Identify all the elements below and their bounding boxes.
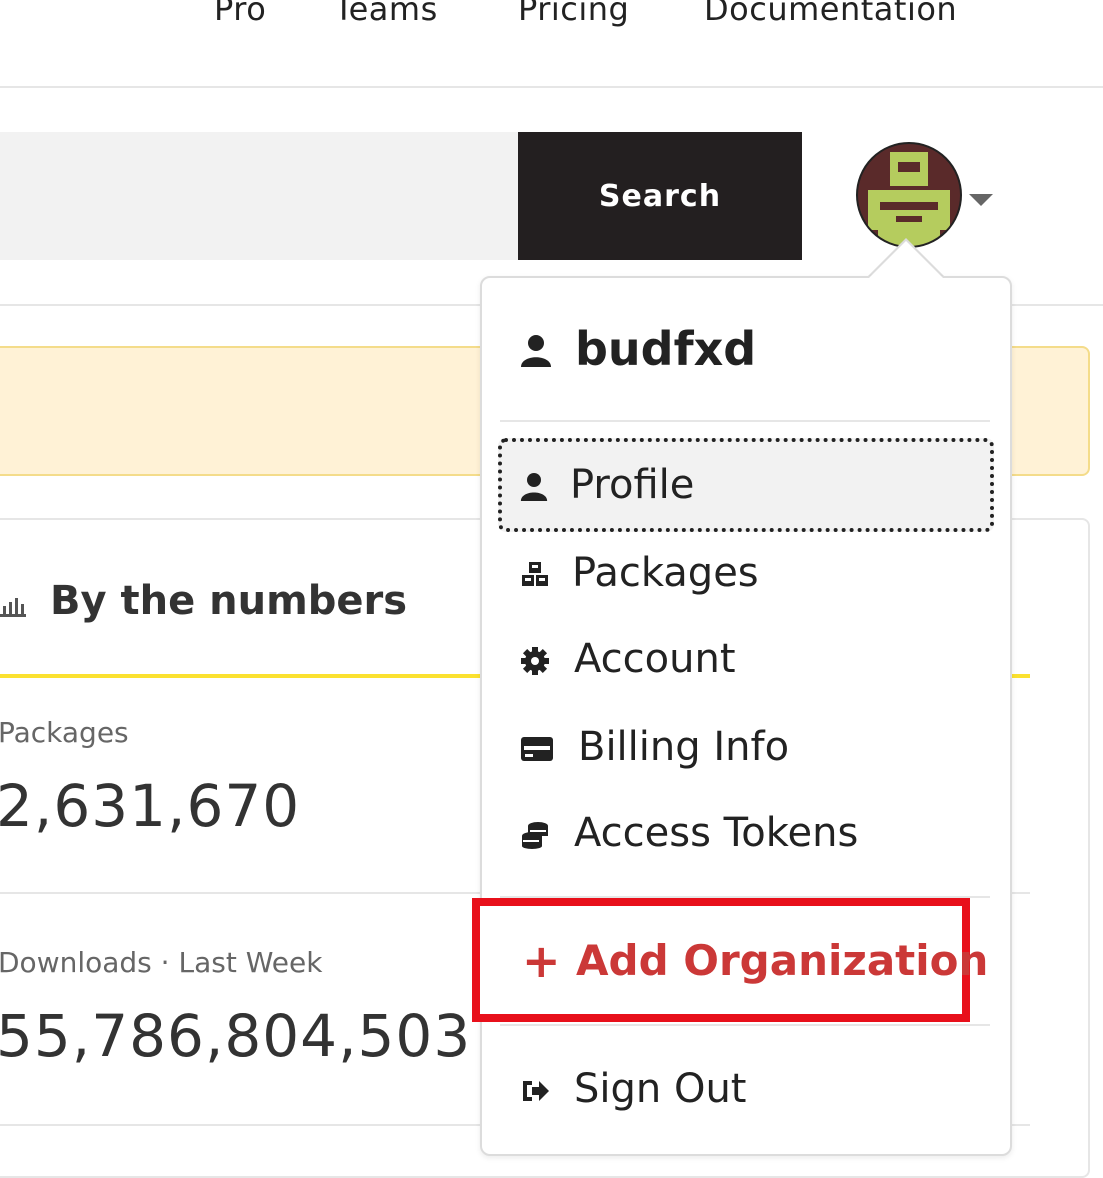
plus-icon: +: [522, 934, 561, 988]
menu-item-account[interactable]: Account: [498, 616, 994, 704]
stat-label-downloads: Downloads · Last Week: [0, 946, 323, 979]
nav-link-pricing[interactable]: Pricing: [518, 0, 629, 28]
username-text: budfxd: [575, 322, 757, 376]
packages-icon: [522, 562, 548, 586]
credit-card-icon: [521, 737, 553, 761]
stat-label-packages: Packages: [0, 716, 129, 749]
avatar[interactable]: [856, 142, 962, 248]
top-nav: Pro Teams Pricing Documentation: [0, 0, 1103, 88]
menu-item-profile[interactable]: Profile: [498, 438, 994, 532]
menu-item-sign-out[interactable]: Sign Out: [498, 1046, 994, 1134]
search-button[interactable]: Search: [518, 132, 802, 260]
user-icon: [520, 473, 548, 501]
menu-item-label: Access Tokens: [574, 810, 859, 856]
menu-item-label: Account: [574, 636, 736, 682]
nav-link-pro[interactable]: Pro: [214, 0, 266, 28]
menu-item-label: Packages: [572, 550, 759, 596]
coins-icon: [522, 822, 548, 849]
menu-item-packages[interactable]: Packages: [498, 530, 994, 618]
menu-item-add-organization[interactable]: + Add Organization: [472, 898, 988, 1022]
sign-out-icon: [523, 1081, 549, 1101]
menu-item-billing-info[interactable]: Billing Info: [498, 704, 994, 792]
add-organization-label: Add Organization: [576, 936, 989, 985]
search-input[interactable]: [0, 132, 518, 260]
stat-value-downloads: 55,786,804,503: [0, 1002, 472, 1070]
stats-title: By the numbers: [50, 578, 408, 624]
menu-separator: [500, 420, 990, 422]
gear-icon: [521, 647, 549, 675]
stat-value-packages: 2,631,670: [0, 772, 301, 840]
nav-link-teams[interactable]: Teams: [334, 0, 438, 28]
menu-item-label: Profile: [570, 462, 695, 508]
chevron-down-icon[interactable]: [969, 194, 993, 206]
dropdown-arrow-fill: [868, 241, 944, 279]
user-icon: [521, 335, 551, 367]
nav-link-documentation[interactable]: Documentation: [704, 0, 957, 28]
menu-item-label: Billing Info: [578, 724, 790, 770]
menu-item-label: Sign Out: [574, 1066, 747, 1112]
bar-chart-icon: [0, 598, 26, 617]
menu-item-access-tokens[interactable]: Access Tokens: [498, 790, 994, 878]
menu-separator: [500, 1024, 990, 1026]
